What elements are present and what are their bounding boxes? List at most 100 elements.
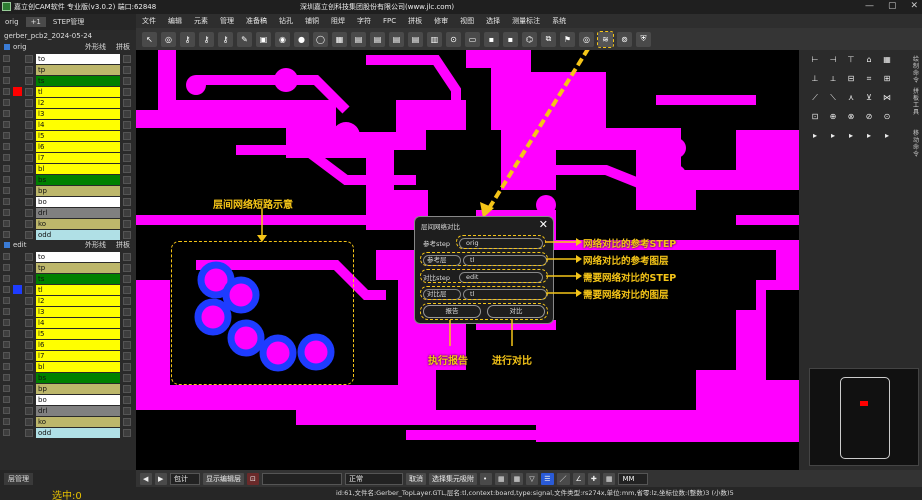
layer-active-checkbox[interactable] [25,296,33,305]
layer-color-swatch[interactable] [13,131,22,140]
plus-icon[interactable]: ✚ [587,472,600,485]
next-button[interactable]: ▶ [155,472,167,485]
layer-active-checkbox[interactable] [25,98,33,107]
snap-select-checkbox[interactable]: 选择集元吸附 [429,472,477,485]
layer-active-checkbox[interactable] [25,197,33,206]
menu-item-3[interactable]: 管理 [214,16,240,26]
layer-name[interactable]: tp [36,64,120,75]
layer-visible-checkbox[interactable] [3,165,10,172]
layer-visible-checkbox[interactable] [3,396,10,403]
layer-visible-checkbox[interactable] [3,429,10,436]
layer-color-swatch[interactable] [13,186,22,195]
layer-active-checkbox[interactable] [25,186,33,195]
key-icon[interactable]: ⚷ [199,31,214,47]
layer-name[interactable]: l2 [36,97,120,108]
tool-icon[interactable]: ▸ [827,130,839,142]
ring-icon[interactable]: ◯ [313,31,328,47]
tab-layer-manager[interactable]: 层管理 [4,473,33,485]
layer-visible-checkbox[interactable] [3,363,10,370]
snap-target-icon[interactable]: ⊡ [247,472,259,485]
layer-visible-checkbox[interactable] [3,275,10,282]
layer-row[interactable]: to [0,251,136,262]
layer-panel-checkbox[interactable] [123,175,131,184]
layer-panel-checkbox[interactable] [123,76,131,85]
layer-color-swatch[interactable] [13,384,22,393]
menu-item-0[interactable]: 文件 [136,16,162,26]
layer-stack-icon[interactable]: ☰ [541,472,554,485]
minimap[interactable] [809,368,919,466]
layer-visible-checkbox[interactable] [3,231,10,238]
layer-active-checkbox[interactable] [25,208,33,217]
layer-name[interactable]: bo [36,394,120,405]
layer-row[interactable]: l2 [0,97,136,108]
layer-active-checkbox[interactable] [25,340,33,349]
tool-icon[interactable]: ⌂ [863,54,875,66]
layer-row[interactable]: l2 [0,295,136,306]
layer-name[interactable]: bl [36,163,120,174]
step-header-orig[interactable]: orig 外形线 拼板 [0,42,136,52]
layer-panel-checkbox[interactable] [123,65,131,74]
layer-visible-checkbox[interactable] [3,385,10,392]
layer-name[interactable]: l4 [36,119,120,130]
grid-icon[interactable]: ▦ [510,472,524,485]
menu-item-9[interactable]: FPC [377,17,402,25]
tool-icon[interactable]: ⊻ [863,92,875,104]
layer-visible-checkbox[interactable] [3,110,10,117]
layer-row[interactable]: bo [0,196,136,207]
layer-color-swatch[interactable] [13,230,22,239]
menu-item-13[interactable]: 选择 [480,16,506,26]
layer-row[interactable]: ts [0,273,136,284]
layer-panel-checkbox[interactable] [123,362,131,371]
line-icon[interactable]: ／ [556,472,570,485]
layer-panel-checkbox[interactable] [123,318,131,327]
layer-visible-checkbox[interactable] [3,121,10,128]
circle-icon[interactable]: ◎ [161,31,176,47]
circle-icon[interactable]: ◎ [579,31,594,47]
menu-item-4[interactable]: 准备稿 [240,16,273,26]
layer-visible-checkbox[interactable] [3,264,10,271]
layer-row[interactable]: bl [0,163,136,174]
layer-visible-checkbox[interactable] [3,198,10,205]
layer-name[interactable]: bl [36,361,120,372]
mode-select[interactable]: 正常 [345,472,403,485]
layer-name[interactable]: ko [36,218,120,229]
layer-color-swatch[interactable] [13,296,22,305]
layer-active-checkbox[interactable] [25,307,33,316]
table-icon[interactable]: ▤ [370,31,385,47]
layer-name[interactable]: drl [36,207,120,218]
layer-color-swatch[interactable] [13,307,22,316]
layer-color-swatch[interactable] [13,208,22,217]
key-icon[interactable]: ⚷ [218,31,233,47]
layer-panel-checkbox[interactable] [123,395,131,404]
layer-active-checkbox[interactable] [25,406,33,415]
layer-row[interactable]: l3 [0,108,136,119]
layer-compare-icon[interactable]: ≋ [597,30,614,48]
minimize-button[interactable]: — [865,1,874,11]
layer-visible-checkbox[interactable] [3,374,10,381]
tool-icon[interactable]: ⟂ [827,73,839,85]
tool-icon[interactable]: ▦ [881,54,893,66]
key-icon[interactable]: ⚷ [180,31,195,47]
layer-visible-checkbox[interactable] [3,176,10,183]
cancel-checkbox[interactable]: 取消 [406,472,426,485]
layer-color-swatch[interactable] [13,417,22,426]
tool-icon[interactable]: ⌗ [863,73,875,85]
menu-item-2[interactable]: 元素 [188,16,214,26]
layer-active-checkbox[interactable] [25,120,33,129]
tool-icon[interactable]: ⊗ [845,111,857,123]
layer-panel-checkbox[interactable] [123,186,131,195]
layer-visible-checkbox[interactable] [3,253,10,260]
layer-active-checkbox[interactable] [25,153,33,162]
tool-icon[interactable]: ⊥ [809,73,821,85]
layer-active-checkbox[interactable] [25,395,33,404]
layer-color-swatch[interactable] [13,153,22,162]
menu-item-5[interactable]: 钻孔 [273,16,299,26]
tool-icon[interactable]: ⟍ [827,92,839,104]
layer-active-checkbox[interactable] [25,263,33,272]
layer-visible-checkbox[interactable] [3,132,10,139]
layer-active-checkbox[interactable] [25,230,33,239]
layer-row[interactable]: ts [0,75,136,86]
layer-row[interactable]: l7 [0,152,136,163]
layer-panel-checkbox[interactable] [123,54,131,63]
tab-add[interactable]: +1 [25,17,46,27]
